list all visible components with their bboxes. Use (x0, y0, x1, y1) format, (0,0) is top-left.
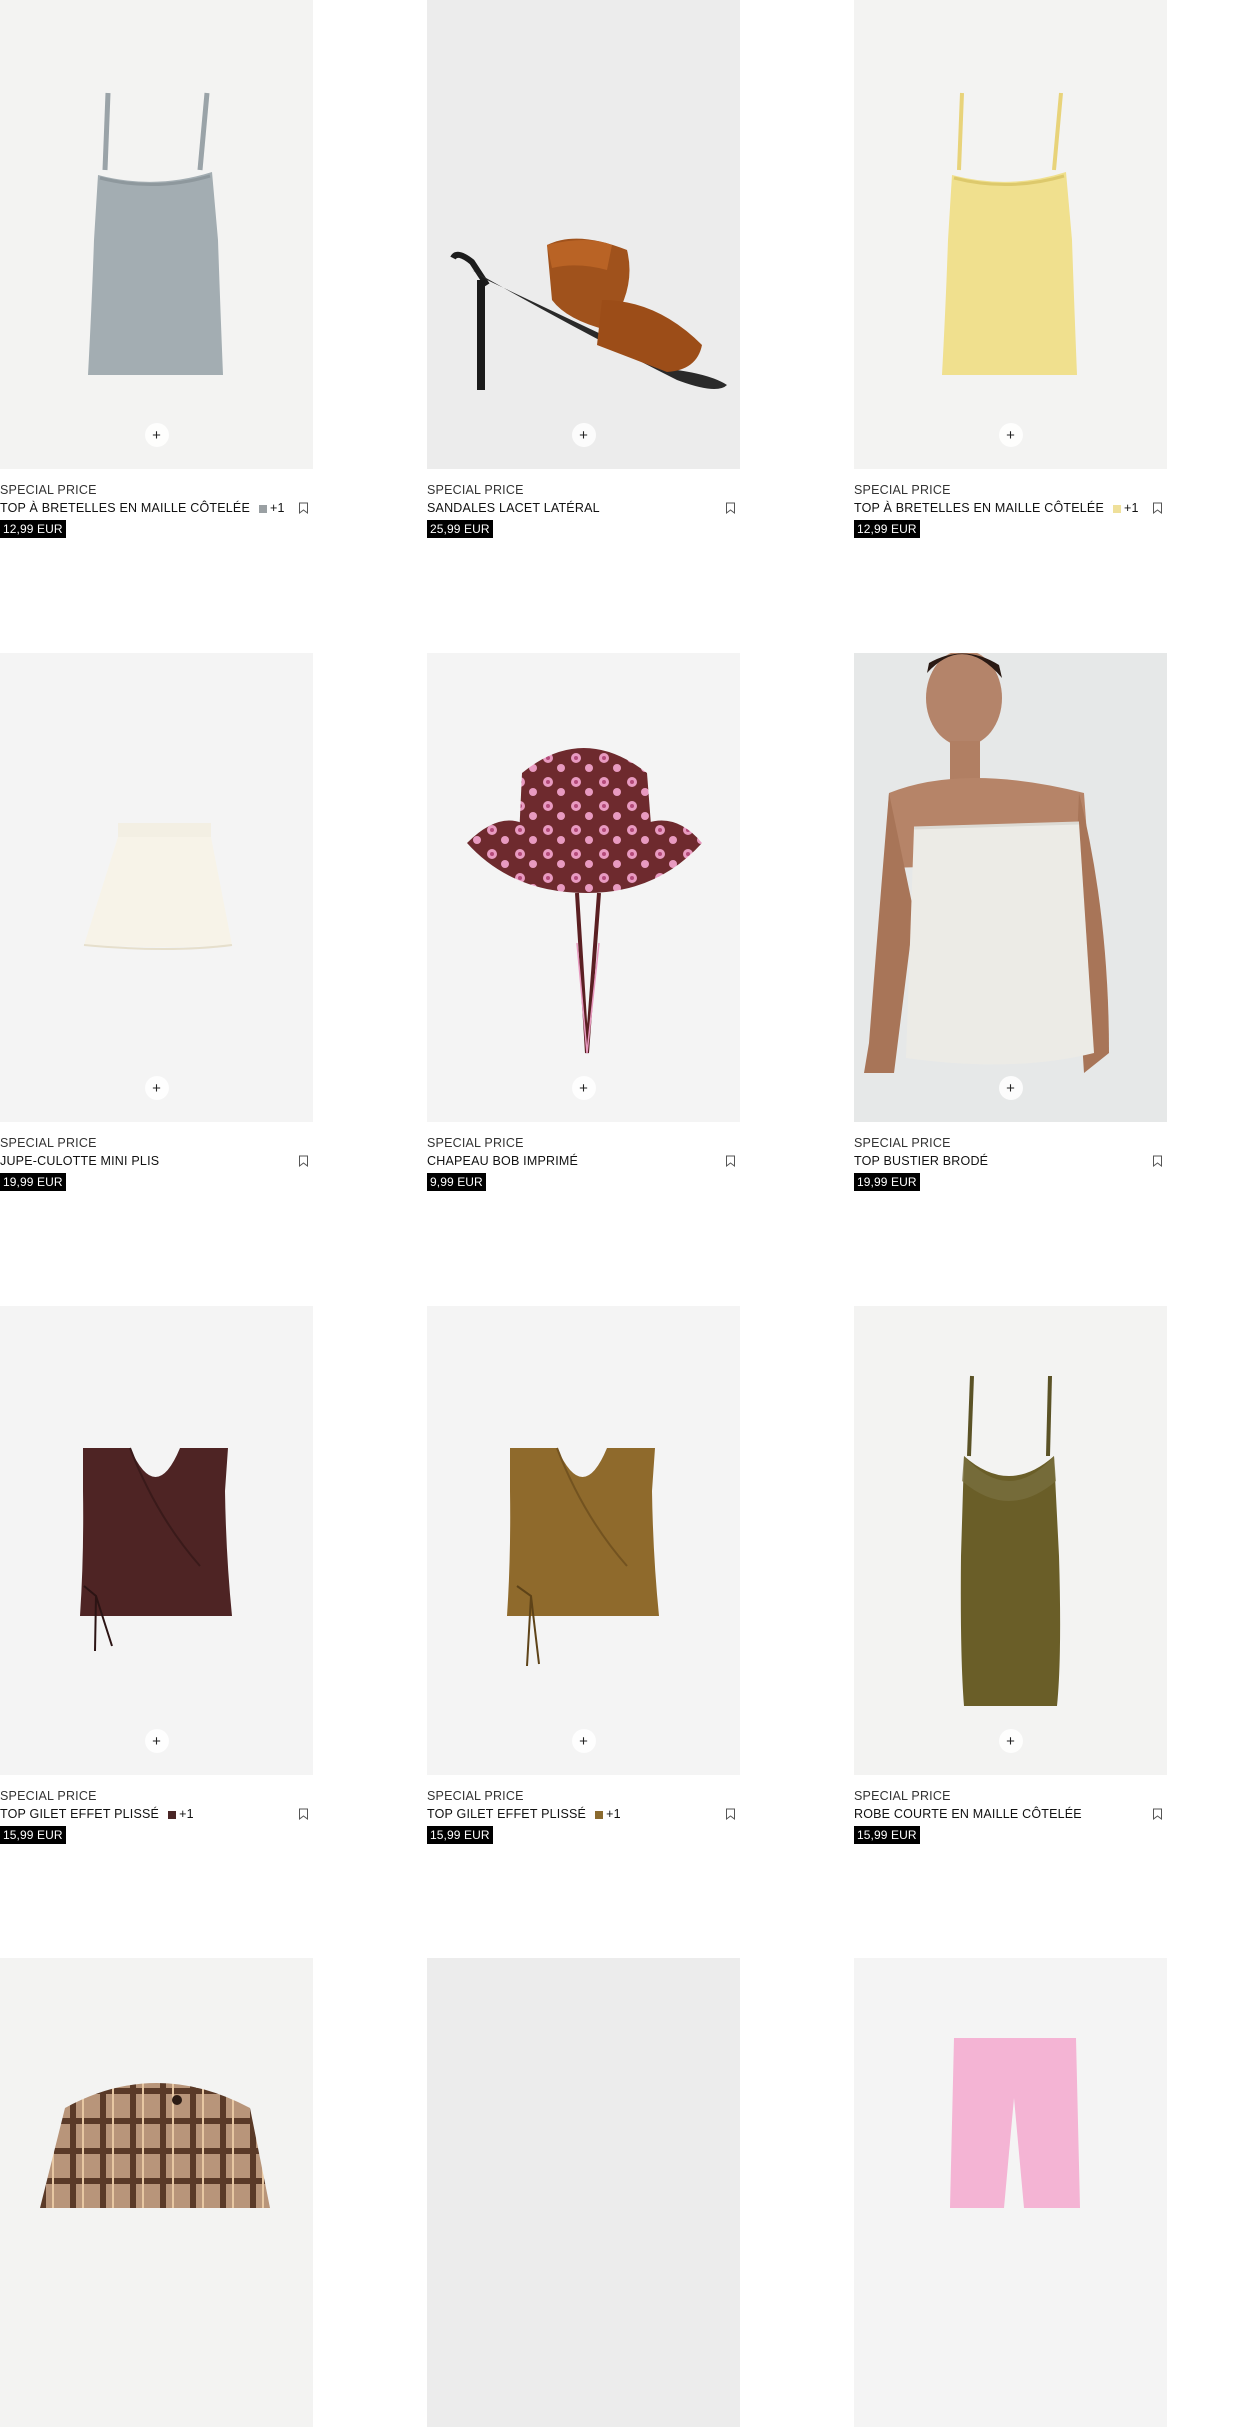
bookmark-icon[interactable] (1152, 1808, 1163, 1820)
bookmark-icon[interactable] (298, 1808, 309, 1820)
add-to-cart-button[interactable]: + (571, 1729, 596, 1753)
product-card[interactable]: + SPECIAL PRICE SANDALES LACET LATÉRAL 25,9… (427, 0, 740, 538)
add-to-cart-button[interactable]: + (144, 423, 169, 447)
promo-tag: SPECIAL PRICE (427, 1789, 524, 1803)
add-to-cart-button[interactable]: + (144, 1729, 169, 1753)
product-image[interactable]: + (0, 1306, 313, 1775)
product-info: SPECIAL PRICE TOP À BRETELLES EN MAILLE C… (0, 481, 313, 538)
product-info: SPECIAL PRICE ROBE COURTE EN MAILLE CÔTEL… (854, 1787, 1167, 1844)
product-price: 12,99 EUR (854, 520, 920, 538)
product-info: SPECIAL PRICE SANDALES LACET LATÉRAL 25,99… (427, 481, 740, 538)
add-to-cart-button[interactable]: + (571, 1076, 596, 1100)
bookmark-icon[interactable] (725, 1808, 736, 1820)
product-name[interactable]: TOP GILET EFFET PLISSÉ (0, 1805, 159, 1824)
promo-tag: SPECIAL PRICE (854, 483, 951, 497)
plus-icon: + (579, 1079, 588, 1097)
bookmark-icon[interactable] (298, 502, 309, 514)
plus-icon: + (152, 426, 161, 444)
product-card[interactable]: + SPECIAL PRICE TOP GILET EFFET PLISSÉ +1 15… (0, 1306, 313, 1844)
product-image[interactable]: + (427, 0, 740, 469)
product-name[interactable]: CHAPEAU BOB IMPRIMÉ (427, 1152, 578, 1171)
promo-tag: SPECIAL PRICE (427, 483, 524, 497)
promo-tag: SPECIAL PRICE (0, 483, 97, 497)
product-card[interactable]: + SPECIAL PRICE TOP À BRETELLES EN MAILLE … (0, 0, 313, 538)
product-card[interactable] (854, 1958, 1167, 2427)
promo-tag: SPECIAL PRICE (427, 1136, 524, 1150)
product-price: 19,99 EUR (854, 1173, 920, 1191)
promo-tag: SPECIAL PRICE (0, 1136, 97, 1150)
plus-icon: + (152, 1079, 161, 1097)
more-colors-count: +1 (179, 1807, 194, 1821)
product-name[interactable]: TOP BUSTIER BRODÉ (854, 1152, 988, 1171)
plus-icon: + (1006, 1079, 1015, 1097)
product-card[interactable]: + SPECIAL PRICE CHAPEAU BOB IMPRIMÉ 9,99 EU… (427, 653, 740, 1191)
product-card[interactable]: + SPECIAL PRICE TOP BUSTIER BRODÉ 19,99 EUR (854, 653, 1167, 1191)
promo-tag: SPECIAL PRICE (854, 1136, 951, 1150)
bookmark-icon[interactable] (725, 1155, 736, 1167)
bookmark-icon[interactable] (298, 1155, 309, 1167)
product-name[interactable]: JUPE-CULOTTE MINI PLIS (0, 1152, 159, 1171)
product-image[interactable] (0, 1958, 313, 2427)
color-swatch[interactable] (168, 1810, 177, 1819)
bookmark-icon[interactable] (1152, 502, 1163, 514)
color-swatch[interactable] (258, 504, 267, 513)
plus-icon: + (152, 1732, 161, 1750)
more-colors-count: +1 (606, 1807, 621, 1821)
more-colors-count: +1 (1123, 501, 1139, 515)
product-name[interactable]: TOP GILET EFFET PLISSÉ (427, 1805, 586, 1824)
promo-tag: SPECIAL PRICE (0, 1789, 97, 1803)
product-price: 12,99 EUR (0, 520, 66, 538)
product-image[interactable]: + (0, 653, 313, 1122)
product-image[interactable]: + (854, 1306, 1167, 1775)
product-info: SPECIAL PRICE TOP BUSTIER BRODÉ 19,99 EUR (854, 1134, 1167, 1191)
product-image[interactable]: + (854, 0, 1167, 469)
product-info: SPECIAL PRICE CHAPEAU BOB IMPRIMÉ 9,99 EUR (427, 1134, 740, 1191)
product-name[interactable]: TOP À BRETELLES EN MAILLE CÔTELÉE (854, 499, 1104, 518)
product-name[interactable]: SANDALES LACET LATÉRAL (427, 499, 600, 518)
product-image[interactable] (427, 1958, 740, 2427)
product-info: SPECIAL PRICE TOP GILET EFFET PLISSÉ +1 15,… (0, 1787, 313, 1844)
add-to-cart-button[interactable]: + (998, 1076, 1023, 1100)
product-price: 15,99 EUR (854, 1826, 920, 1844)
product-price: 15,99 EUR (427, 1826, 493, 1844)
add-to-cart-button[interactable]: + (144, 1076, 169, 1100)
product-image[interactable]: + (427, 1306, 740, 1775)
plus-icon: + (1006, 1732, 1015, 1750)
bookmark-icon[interactable] (725, 502, 736, 514)
product-info: SPECIAL PRICE JUPE-CULOTTE MINI PLIS 19,99… (0, 1134, 313, 1191)
add-to-cart-button[interactable]: + (998, 1729, 1023, 1753)
product-card[interactable]: + SPECIAL PRICE JUPE-CULOTTE MINI PLIS 19,9… (0, 653, 313, 1191)
product-info: SPECIAL PRICE TOP À BRETELLES EN MAILLE C… (854, 481, 1167, 538)
product-card[interactable]: + SPECIAL PRICE TOP GILET EFFET PLISSÉ +1 15… (427, 1306, 740, 1844)
plus-icon: + (1006, 426, 1015, 444)
product-card[interactable]: + SPECIAL PRICE ROBE COURTE EN MAILLE CÔTE… (854, 1306, 1167, 1844)
product-name[interactable]: ROBE COURTE EN MAILLE CÔTELÉE (854, 1805, 1082, 1824)
color-swatch[interactable] (595, 1810, 604, 1819)
product-card[interactable]: + SPECIAL PRICE TOP À BRETELLES EN MAILLE … (854, 0, 1167, 538)
product-name[interactable]: TOP À BRETELLES EN MAILLE CÔTELÉE (0, 499, 250, 518)
product-image[interactable]: + (427, 653, 740, 1122)
product-price: 15,99 EUR (0, 1826, 66, 1844)
product-info: SPECIAL PRICE TOP GILET EFFET PLISSÉ +1 15,… (427, 1787, 740, 1844)
product-card[interactable] (0, 1958, 313, 2427)
product-price: 25,99 EUR (427, 520, 493, 538)
product-image[interactable] (854, 1958, 1167, 2427)
add-to-cart-button[interactable]: + (571, 423, 596, 447)
product-image[interactable]: + (0, 0, 313, 469)
more-colors-count: +1 (269, 501, 285, 515)
product-price: 19,99 EUR (0, 1173, 66, 1191)
plus-icon: + (579, 426, 588, 444)
color-swatch[interactable] (1112, 504, 1121, 513)
product-card[interactable] (427, 1958, 740, 2427)
plus-icon: + (579, 1732, 588, 1750)
product-image[interactable]: + (854, 653, 1167, 1122)
product-price: 9,99 EUR (427, 1173, 486, 1191)
promo-tag: SPECIAL PRICE (854, 1789, 951, 1803)
bookmark-icon[interactable] (1152, 1155, 1163, 1167)
add-to-cart-button[interactable]: + (998, 423, 1023, 447)
